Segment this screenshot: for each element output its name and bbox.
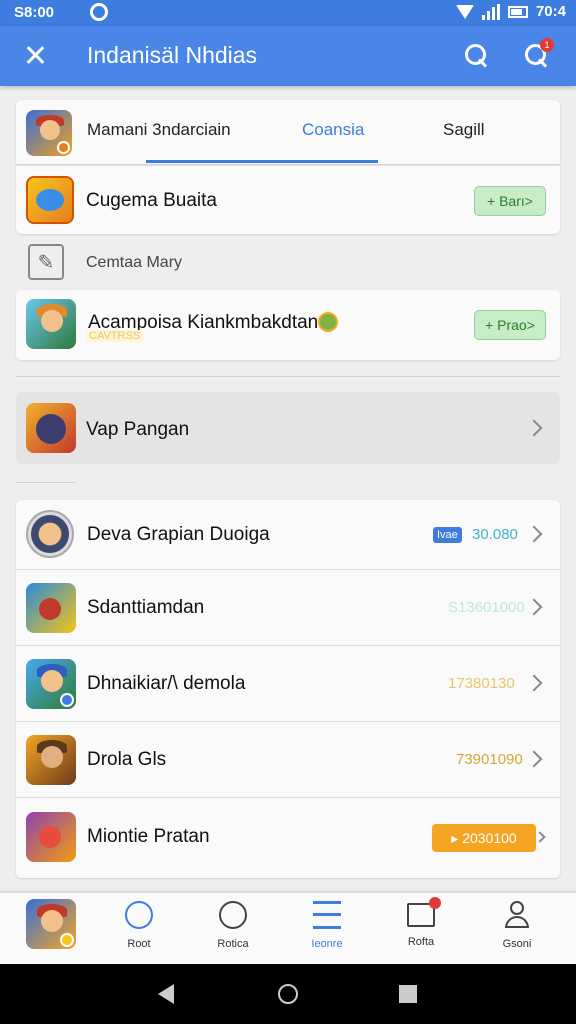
chevron-right-icon [525,525,543,543]
row-label: Vap Pangan [86,419,190,440]
nav-label: Gsoni [502,938,532,950]
game-row[interactable]: Cugema Buaita + Barı> [16,166,560,234]
row-label: Cemtaa Mary [86,254,183,271]
game-icon [26,176,74,224]
game-icon [26,812,76,862]
status-time: S8:00 [14,4,55,21]
battery-text: 70:4 [535,3,566,20]
row-label: Deva Grapian Duoiga [87,524,270,545]
game-icon [26,735,76,785]
nav-label: Rofta [407,936,435,948]
nav-root[interactable]: Root [104,901,174,950]
nav-rofta[interactable]: Rofta [386,897,456,948]
price-button[interactable]: ▸ 2030100 [432,824,536,852]
notification-dot-icon [90,3,108,21]
home-icon[interactable] [278,984,298,1004]
nav-label: Root [127,938,151,950]
row-label: Drola Gls [87,749,167,770]
close-icon[interactable] [20,40,50,70]
chevron-right-icon [525,750,543,768]
row-label: Dhnaikiar/\ demola [87,673,246,694]
menu-lines-icon [313,901,341,929]
recents-icon[interactable] [399,985,417,1003]
row-sublabel: CAVTRSS [86,330,144,342]
nav-label: Ieonre [311,938,343,950]
game-icon [26,659,76,709]
row-label: Cugema Buaita [86,190,217,211]
list-item[interactable]: Deva Grapian Duoiga Ivae 30.080 [16,500,560,570]
nav-ieonre[interactable]: Ieonre [292,901,362,950]
profile-game-icon[interactable] [26,899,76,949]
row-label: Miontie Pratan [87,826,210,847]
game-icon [26,299,76,349]
status-bar: S8:00 70:4 [0,0,576,26]
settings-row[interactable]: ✎ Cemtaa Mary [16,240,560,286]
game-avatar-icon [26,110,72,156]
search-icon[interactable] [464,43,490,69]
chevron-right-icon [525,419,543,437]
notification-badge: 1 [540,38,554,52]
bottom-nav: Root Rotica Ieonre Rofta Gsoni [0,892,576,964]
game-icon [26,510,74,558]
game-icon [26,583,76,633]
divider [16,482,76,483]
list-item[interactable]: Miontie Pratan ▸ 2030100 [16,798,560,876]
game-icon [26,403,76,453]
row-label: Sdanttiamdan [87,597,205,618]
battery-icon [507,5,528,18]
row-value: S13601000 [448,599,525,616]
tab-mamani[interactable]: Mamani 3ndarciain [87,120,231,140]
target-icon [125,901,153,929]
list-item[interactable]: Dhnaikiar/\ demola 17380130 [16,646,560,722]
tab-sagill[interactable]: Sagill [443,120,485,140]
app-bar: Indanisäl Nhdias 1 [0,26,576,86]
game-row[interactable]: Acampoisa Kiankmbakdtan CAVTRSS + Prao> [16,290,560,360]
chevron-right-icon [525,674,543,692]
nav-rotica[interactable]: Rotica [198,901,268,950]
chevron-right-icon [525,598,543,616]
row-value: 73901090 [456,751,523,768]
tab-bar: Mamani 3ndarciain Coansia Sagill [16,100,560,164]
active-tab-indicator [146,160,378,163]
nav-label: Rotica [217,938,249,950]
x-circle-icon [219,901,247,929]
add-button[interactable]: + Prao> [474,310,546,340]
tools-icon: ✎ [28,244,64,280]
game-row[interactable]: Vap Pangan [16,392,560,464]
person-icon [505,901,529,929]
tab-coansia[interactable]: Coansia [302,120,364,140]
add-button[interactable]: + Barı> [474,186,546,216]
nav-gsoni[interactable]: Gsoni [482,901,552,950]
divider [16,376,560,377]
star-badge-icon [318,312,338,332]
page-title: Indanisäl Nhdias [87,42,258,68]
game-list: Deva Grapian Duoiga Ivae 30.080 Sdanttia… [16,500,560,878]
system-nav-bar [0,964,576,1024]
row-value: 30.080 [472,526,518,543]
status-icons: 70:4 [455,3,566,20]
list-item[interactable]: Drola Gls 73901090 [16,722,560,798]
row-value: 17380130 [448,675,515,692]
status-badge: Ivae [433,527,462,543]
signal-icon [481,3,500,20]
wifi-icon [455,4,474,19]
chevron-right-icon [534,831,546,843]
list-item[interactable]: Sdanttiamdan S13601000 [16,570,560,646]
mail-icon [407,897,441,927]
back-icon[interactable] [158,984,174,1004]
